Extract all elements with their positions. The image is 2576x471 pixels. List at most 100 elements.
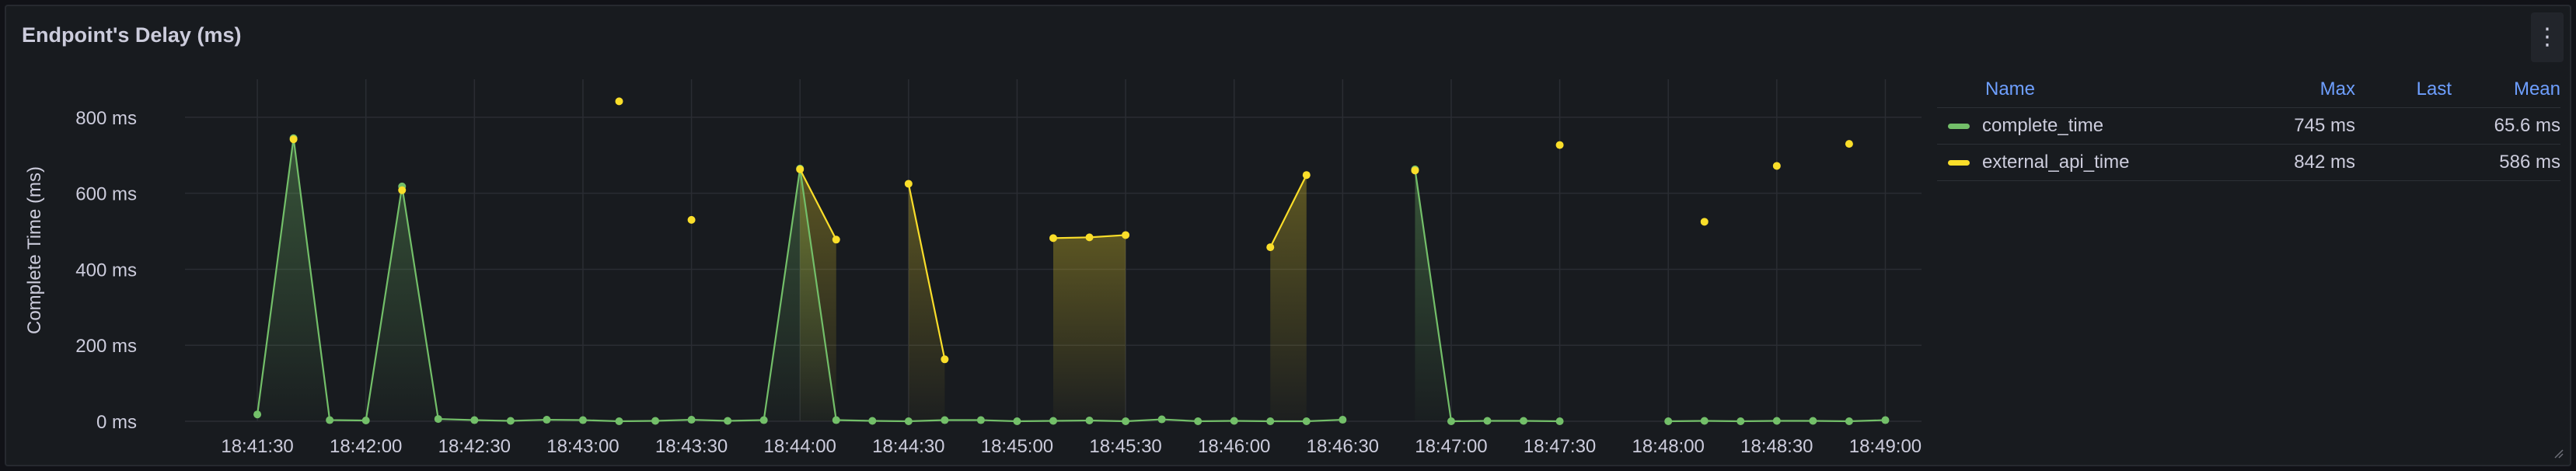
data-point-complete_time	[1085, 417, 1094, 425]
data-point-complete_time	[687, 416, 696, 424]
legend-row[interactable]: external_api_time 842 ms 586 ms	[1937, 144, 2560, 181]
x-tick-label: 18:46:00	[1198, 436, 1270, 457]
data-point-complete_time	[1809, 417, 1817, 425]
y-tick-label: 400 ms	[75, 260, 137, 281]
legend-max-value: 745 ms	[2262, 107, 2355, 145]
data-point-external_api_time	[1845, 140, 1853, 148]
legend-series-name: external_api_time	[1982, 152, 2130, 173]
data-point-complete_time	[1122, 417, 1130, 425]
line-chart: 0 ms 200 ms 400 ms 600 ms 800 ms 18:41:30 18:4…	[24, 79, 1922, 457]
legend-header-name[interactable]: Name	[1937, 76, 2262, 108]
x-tick-label: 18:43:30	[655, 436, 728, 457]
data-point-complete_time	[361, 417, 370, 425]
data-point-complete_time	[1194, 417, 1202, 425]
data-point-complete_time	[1520, 417, 1528, 425]
x-tick-label: 18:47:30	[1524, 436, 1596, 457]
data-point-complete_time	[470, 416, 479, 424]
data-point-external_api_time	[832, 236, 840, 244]
x-tick-label: 18:46:30	[1307, 436, 1379, 457]
x-tick-label: 18:49:00	[1849, 436, 1922, 457]
data-point-complete_time	[543, 416, 551, 424]
data-point-external_api_time	[1700, 218, 1709, 226]
data-point-complete_time	[1881, 416, 1890, 424]
data-point-complete_time	[941, 416, 949, 424]
series-areas	[257, 138, 1886, 421]
data-point-complete_time	[1737, 417, 1745, 425]
series-color-swatch	[1948, 124, 1970, 130]
legend-last-value	[2355, 144, 2452, 181]
series-color-swatch	[1948, 160, 1970, 166]
panel-menu-button[interactable]: ⋮	[2531, 12, 2564, 62]
series-area-complete_time	[1415, 169, 1560, 421]
data-point-external_api_time	[1085, 233, 1094, 242]
data-point-complete_time	[1013, 417, 1021, 425]
data-point-complete_time	[904, 417, 913, 425]
data-point-external_api_time	[289, 135, 298, 144]
y-tick-label: 0 ms	[96, 412, 137, 433]
data-point-external_api_time	[615, 97, 623, 106]
data-point-external_api_time	[398, 186, 407, 194]
y-tick-label: 800 ms	[75, 108, 137, 129]
data-point-complete_time	[724, 417, 732, 425]
legend-mean-value: 65.6 ms	[2452, 107, 2560, 145]
legend-header-mean[interactable]: Mean	[2452, 76, 2560, 108]
y-axis-label: Complete Time (ms)	[24, 166, 45, 334]
x-tick-label: 18:48:00	[1632, 436, 1704, 457]
legend-header-last[interactable]: Last	[2355, 76, 2452, 108]
data-point-complete_time	[615, 417, 623, 425]
x-tick-label: 18:43:00	[546, 436, 619, 457]
series-area-external_api_time	[1053, 235, 1126, 421]
data-point-complete_time	[506, 417, 515, 425]
legend-max-value: 842 ms	[2262, 144, 2355, 181]
data-point-complete_time	[976, 416, 985, 424]
data-point-complete_time	[1772, 417, 1781, 425]
x-tick-label: 18:44:00	[763, 436, 836, 457]
data-point-complete_time	[1266, 417, 1275, 425]
x-tick-label: 18:42:00	[330, 436, 402, 457]
data-point-complete_time	[434, 415, 442, 424]
legend-series-name: complete_time	[1982, 115, 2104, 136]
data-point-complete_time	[1700, 417, 1709, 425]
data-point-complete_time	[868, 417, 877, 425]
data-point-external_api_time	[1411, 166, 1419, 175]
data-point-complete_time	[832, 416, 840, 424]
x-tick-label: 18:44:30	[872, 436, 944, 457]
kebab-menu-icon: ⋮	[2536, 24, 2559, 50]
data-point-complete_time	[253, 410, 262, 419]
data-point-external_api_time	[1772, 162, 1781, 170]
y-tick-label: 600 ms	[75, 184, 137, 205]
legend-row[interactable]: complete_time 745 ms 65.6 ms	[1937, 107, 2560, 145]
data-point-external_api_time	[796, 165, 805, 173]
data-point-complete_time	[578, 416, 587, 424]
data-point-complete_time	[1157, 415, 1166, 424]
data-point-external_api_time	[941, 355, 949, 364]
data-point-complete_time	[1483, 417, 1492, 425]
data-point-external_api_time	[1049, 234, 1057, 242]
x-tick-label: 18:42:30	[438, 436, 511, 457]
x-tick-label: 18:45:00	[981, 436, 1053, 457]
data-point-complete_time	[326, 416, 334, 424]
legend-header-max[interactable]: Max	[2262, 76, 2355, 108]
x-tick-label: 18:48:30	[1740, 436, 1813, 457]
chart-panel: Endpoint's Delay (ms) ⋮ 0 ms 200 ms 400 ms…	[5, 5, 2571, 466]
data-point-complete_time	[759, 416, 768, 424]
data-point-external_api_time	[1266, 243, 1275, 252]
data-point-complete_time	[1302, 417, 1311, 425]
x-tick-label: 18:45:30	[1089, 436, 1161, 457]
resize-handle-icon[interactable]	[2553, 448, 2564, 459]
data-point-complete_time	[1230, 417, 1238, 425]
data-point-complete_time	[1555, 417, 1564, 425]
x-tick-label: 18:41:30	[221, 436, 293, 457]
y-tick-label: 200 ms	[75, 336, 137, 357]
data-point-complete_time	[1845, 417, 1853, 425]
data-point-complete_time	[1339, 416, 1347, 424]
data-point-complete_time	[1447, 417, 1455, 425]
data-point-complete_time	[1664, 417, 1673, 425]
data-point-external_api_time	[904, 180, 913, 188]
legend-last-value	[2355, 107, 2452, 145]
series-area-external_api_time	[908, 183, 945, 421]
data-point-external_api_time	[1302, 171, 1311, 180]
data-point-external_api_time	[1555, 141, 1564, 149]
data-point-external_api_time	[1122, 231, 1130, 239]
data-point-complete_time	[651, 417, 660, 425]
